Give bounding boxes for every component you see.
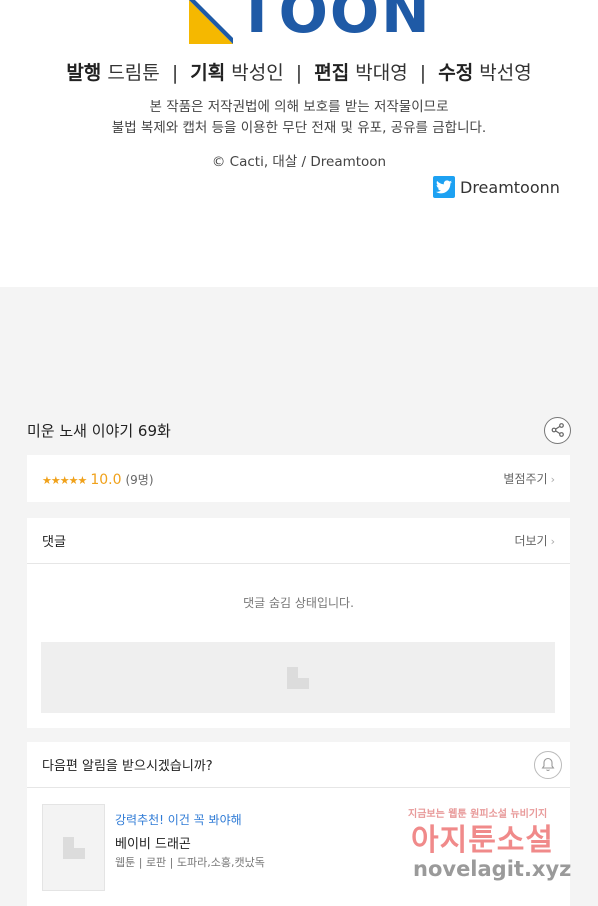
rating-card: ★★★★★ 10.0 (9명) 별점주기 › — [27, 455, 570, 502]
logo-text: TOON — [237, 0, 432, 34]
credit-value: 박성인 — [231, 62, 284, 84]
comment-more-label: 더보기 — [514, 534, 548, 548]
placeholder-image-icon — [287, 666, 309, 689]
rating-score: 10.0 — [90, 472, 122, 488]
episode-title: 미운 노새 이야기 69화 — [27, 421, 171, 440]
recommendation-tag: 강력추천! 이건 꼭 봐야해 — [115, 813, 242, 827]
notice-line: 본 작품은 저작권법에 의해 보호를 받는 저작물이므로 — [149, 99, 449, 115]
notice-line: 불법 복제와 캡처 등을 이용한 무단 전재 및 유포, 공유를 금합니다. — [111, 120, 487, 136]
alarm-title: 다음편 알림을 받으시겠습니까? — [42, 759, 213, 774]
copyright-line: © Cacti, 대살 / Dreamtoon — [211, 154, 387, 170]
watermark-url: novelagit.xyz — [413, 857, 572, 881]
comment-card: 댓글 더보기 › 댓글 숨김 상태입니다. — [27, 518, 570, 728]
dreamtoon-logo: TOON — [189, 0, 432, 44]
rate-button[interactable]: 별점주기 › — [503, 470, 555, 487]
comment-hidden-message: 댓글 숨김 상태입니다. — [243, 596, 354, 610]
chevron-right-icon: › — [550, 473, 555, 486]
chevron-right-icon: › — [550, 535, 555, 548]
comment-header: 댓글 더보기 › — [27, 518, 570, 564]
rating-summary: ★★★★★ 10.0 (9명) — [42, 469, 154, 488]
credit-role: 편집 — [314, 62, 350, 84]
recommendation-title: 베이비 드래곤 — [115, 837, 191, 852]
credit-value: 드림툰 — [107, 62, 160, 84]
credit-role: 발행 — [66, 62, 102, 84]
alarm-toggle-button[interactable] — [534, 750, 562, 779]
rate-button-label: 별점주기 — [503, 472, 548, 486]
logo-mark-icon — [189, 0, 233, 44]
share-icon — [551, 423, 564, 437]
share-button[interactable] — [544, 416, 571, 444]
twitter-link[interactable]: Dreamtoonn — [433, 176, 560, 198]
placeholder-image-icon — [62, 836, 85, 859]
twitter-icon — [433, 176, 455, 198]
comment-image-placeholder — [41, 642, 555, 713]
copyright-notice: 본 작품은 저작권법에 의해 보호를 받는 저작물이므로 불법 복제와 캡처 등… — [0, 97, 598, 139]
bell-icon — [541, 757, 555, 772]
watermark-logo-text: 아지툰소설 — [411, 823, 554, 858]
twitter-handle: Dreamtoonn — [460, 177, 560, 197]
rating-count: (9명) — [125, 473, 154, 487]
alarm-header: 다음편 알림을 받으시겠습니까? — [27, 742, 570, 788]
credits-panel: TOON 발행 드림툰 | 기획 박성인 | 편집 박대영 | 수정 박선영 본… — [0, 0, 598, 287]
credit-separator: | — [295, 62, 303, 84]
recommendation-genre: 웹툰 | 로판 | 도파라,소홍,캣났독 — [115, 856, 265, 869]
site-watermark: 지금보는 웹툰 원피소설 뉴비기지 아지툰소설 novelagit.xyz — [408, 805, 578, 885]
credit-value: 박대영 — [355, 62, 408, 84]
credit-value: 박선영 — [479, 62, 532, 84]
recommendation-thumbnail — [42, 804, 105, 891]
comment-title: 댓글 — [42, 535, 66, 550]
rating-stars: ★★★★★ — [42, 474, 87, 487]
comment-more-button[interactable]: 더보기 › — [514, 532, 555, 549]
episode-title-row: 미운 노새 이야기 69화 — [27, 415, 571, 445]
staff-credits: 발행 드림툰 | 기획 박성인 | 편집 박대영 | 수정 박선영 — [0, 58, 598, 85]
credit-separator: | — [419, 62, 427, 84]
credit-role: 기획 — [190, 62, 226, 84]
credit-separator: | — [171, 62, 179, 84]
credit-role: 수정 — [438, 62, 474, 84]
